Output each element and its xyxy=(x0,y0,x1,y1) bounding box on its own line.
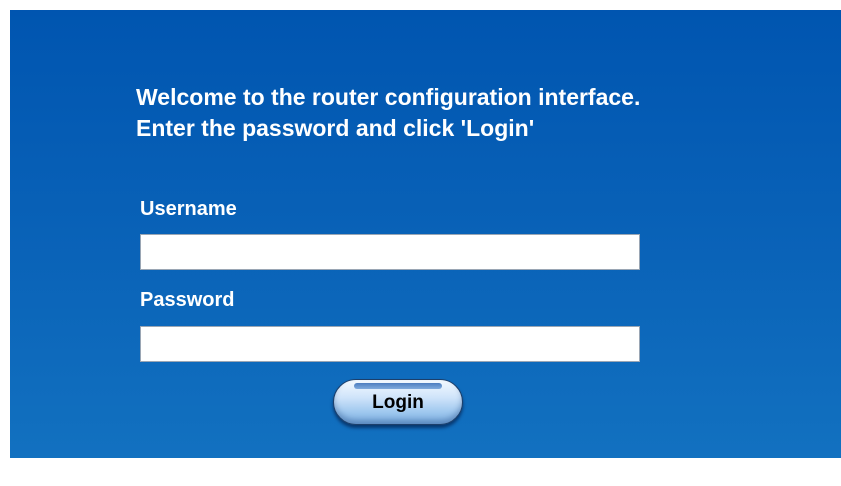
button-gloss xyxy=(354,383,442,389)
login-button-label: Login xyxy=(372,392,424,413)
username-label: Username xyxy=(140,198,237,220)
login-panel: Welcome to the router configuration inte… xyxy=(10,10,841,458)
welcome-message: Welcome to the router configuration inte… xyxy=(136,82,640,144)
username-input[interactable] xyxy=(140,234,640,270)
password-label: Password xyxy=(140,289,235,311)
login-button[interactable]: Login xyxy=(333,379,463,425)
welcome-line-1: Welcome to the router configuration inte… xyxy=(136,84,641,110)
password-input[interactable] xyxy=(140,326,640,362)
welcome-line-2: Enter the password and click 'Login' xyxy=(136,115,535,141)
